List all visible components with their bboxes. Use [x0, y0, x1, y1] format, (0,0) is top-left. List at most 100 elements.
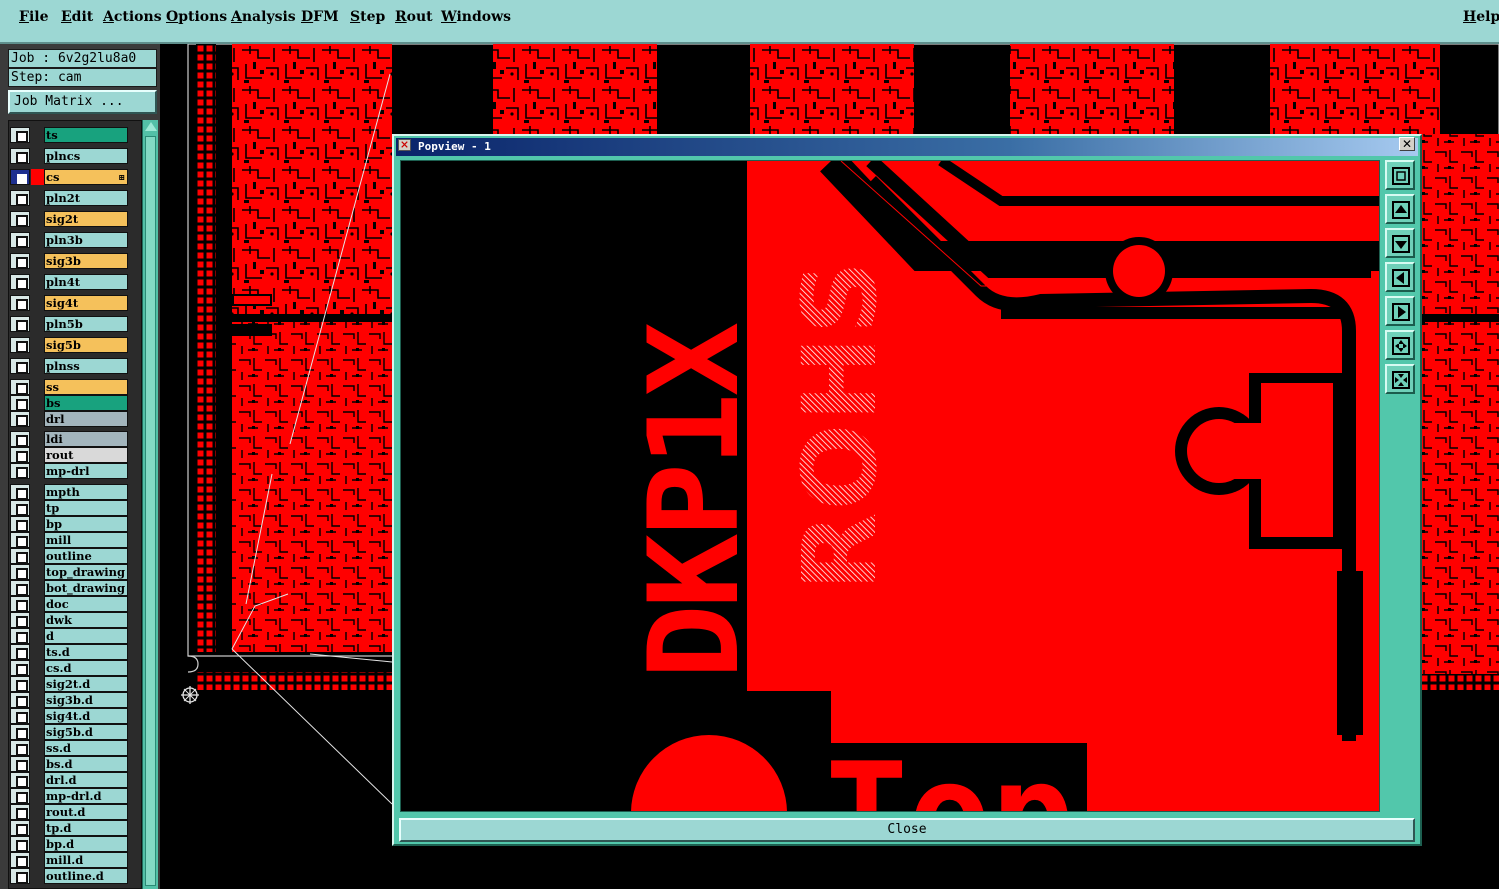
menu-windows[interactable]: Windows: [441, 9, 511, 25]
layer-name[interactable]: plnss: [44, 358, 128, 374]
zoom-fit-button[interactable]: [1385, 160, 1415, 190]
layer-name[interactable]: bot_drawing: [44, 580, 128, 596]
zoom-in-button[interactable]: [1385, 330, 1415, 360]
layer-checkbox[interactable]: [10, 852, 30, 868]
layer-name[interactable]: ss: [44, 379, 128, 395]
layer-name[interactable]: bs: [44, 395, 128, 411]
layer-checkbox[interactable]: [10, 676, 30, 692]
menu-edit[interactable]: Edit: [61, 9, 93, 25]
layer-name[interactable]: ts.d: [44, 644, 128, 660]
layer-checkbox[interactable]: [10, 756, 30, 772]
layer-checkbox[interactable]: [10, 564, 30, 580]
pan-down-button[interactable]: [1385, 228, 1415, 258]
layer-name[interactable]: mp-drl: [44, 463, 128, 479]
layer-checkbox[interactable]: [10, 532, 30, 548]
layer-checkbox[interactable]: [10, 580, 30, 596]
layer-name[interactable]: pln2t: [44, 190, 128, 206]
layer-name[interactable]: drl.d: [44, 772, 128, 788]
layer-name[interactable]: ldi: [44, 431, 128, 447]
layer-checkbox[interactable]: [10, 395, 30, 411]
layer-name[interactable]: doc: [44, 596, 128, 612]
layer-name[interactable]: pln4t: [44, 274, 128, 290]
layer-name[interactable]: rout: [44, 447, 128, 463]
layer-checkbox[interactable]: [10, 628, 30, 644]
layer-checkbox[interactable]: [10, 431, 30, 447]
layer-checkbox[interactable]: [10, 836, 30, 852]
layer-name[interactable]: cs ⊞: [44, 169, 128, 185]
layer-name[interactable]: sig2t.d: [44, 676, 128, 692]
layer-checkbox[interactable]: [10, 772, 30, 788]
layer-checkbox[interactable]: [10, 596, 30, 612]
layer-name[interactable]: mill.d: [44, 852, 128, 868]
layer-checkbox[interactable]: [10, 127, 30, 143]
layer-name[interactable]: outline.d: [44, 868, 128, 884]
menu-analysis[interactable]: Analysis: [231, 9, 296, 25]
layer-name[interactable]: sig5b: [44, 337, 128, 353]
pan-up-button[interactable]: [1385, 194, 1415, 224]
layer-name[interactable]: d: [44, 628, 128, 644]
layer-name[interactable]: sig3b.d: [44, 692, 128, 708]
layer-checkbox[interactable]: [10, 295, 30, 311]
layer-checkbox[interactable]: [10, 516, 30, 532]
menu-options[interactable]: Options: [166, 9, 227, 25]
layer-checkbox[interactable]: [10, 337, 30, 353]
zoom-out-button[interactable]: [1385, 364, 1415, 394]
layer-checkbox[interactable]: [10, 724, 30, 740]
scroll-up-arrow-icon[interactable]: [145, 122, 157, 131]
menu-file[interactable]: File: [19, 9, 49, 25]
layer-checkbox[interactable]: [10, 708, 30, 724]
layer-checkbox[interactable]: [10, 500, 30, 516]
layer-name[interactable]: tp: [44, 500, 128, 516]
layer-name[interactable]: sig2t: [44, 211, 128, 227]
popview-canvas[interactable]: DKP1X ROHS Top: [400, 160, 1380, 812]
layer-list-scrollbar[interactable]: [142, 120, 158, 889]
layer-name[interactable]: dwk: [44, 612, 128, 628]
layer-checkbox[interactable]: [10, 692, 30, 708]
pan-right-button[interactable]: [1385, 296, 1415, 326]
menu-rout[interactable]: Rout: [395, 9, 433, 25]
layer-name[interactable]: bp.d: [44, 836, 128, 852]
layer-checkbox[interactable]: [10, 447, 30, 463]
layer-checkbox[interactable]: [10, 253, 30, 269]
popview-titlebar[interactable]: Popview - 1: [396, 138, 1418, 156]
layer-checkbox[interactable]: [10, 358, 30, 374]
layer-name[interactable]: ts: [44, 127, 128, 143]
layer-checkbox[interactable]: [10, 148, 30, 164]
layer-name[interactable]: mill: [44, 532, 128, 548]
layer-checkbox[interactable]: [10, 868, 30, 884]
layer-name[interactable]: bs.d: [44, 756, 128, 772]
layer-checkbox[interactable]: [10, 379, 30, 395]
layer-name[interactable]: bp: [44, 516, 128, 532]
layer-name[interactable]: mp-drl.d: [44, 788, 128, 804]
layer-checkbox[interactable]: [10, 644, 30, 660]
menu-help[interactable]: Help: [1463, 9, 1499, 25]
layer-name[interactable]: cs.d: [44, 660, 128, 676]
layer-checkbox[interactable]: [10, 274, 30, 290]
layer-checkbox[interactable]: [10, 660, 30, 676]
layer-checkbox[interactable]: [10, 463, 30, 479]
layer-checkbox[interactable]: [10, 788, 30, 804]
layer-name[interactable]: rout.d: [44, 804, 128, 820]
layer-name[interactable]: tp.d: [44, 820, 128, 836]
close-button[interactable]: Close: [399, 818, 1415, 842]
menu-dfm[interactable]: DFM: [301, 9, 339, 25]
layer-checkbox[interactable]: [10, 612, 30, 628]
layer-name[interactable]: ss.d: [44, 740, 128, 756]
layer-checkbox[interactable]: [10, 411, 30, 427]
layer-checkbox[interactable]: [10, 169, 30, 185]
layer-name[interactable]: sig4t: [44, 295, 128, 311]
job-matrix-button[interactable]: Job Matrix ...: [8, 90, 157, 114]
menu-actions[interactable]: Actions: [103, 9, 162, 25]
window-close-icon[interactable]: ✕: [1399, 137, 1415, 151]
window-menu-icon[interactable]: ×: [398, 139, 411, 151]
layer-checkbox[interactable]: [10, 548, 30, 564]
layer-name[interactable]: sig5b.d: [44, 724, 128, 740]
layer-name[interactable]: pln5b: [44, 316, 128, 332]
menu-step[interactable]: Step: [350, 9, 385, 25]
layer-name[interactable]: top_drawing: [44, 564, 128, 580]
layer-name[interactable]: outline: [44, 548, 128, 564]
layer-name[interactable]: mpth: [44, 484, 128, 500]
layer-checkbox[interactable]: [10, 740, 30, 756]
layer-checkbox[interactable]: [10, 211, 30, 227]
layer-checkbox[interactable]: [10, 190, 30, 206]
